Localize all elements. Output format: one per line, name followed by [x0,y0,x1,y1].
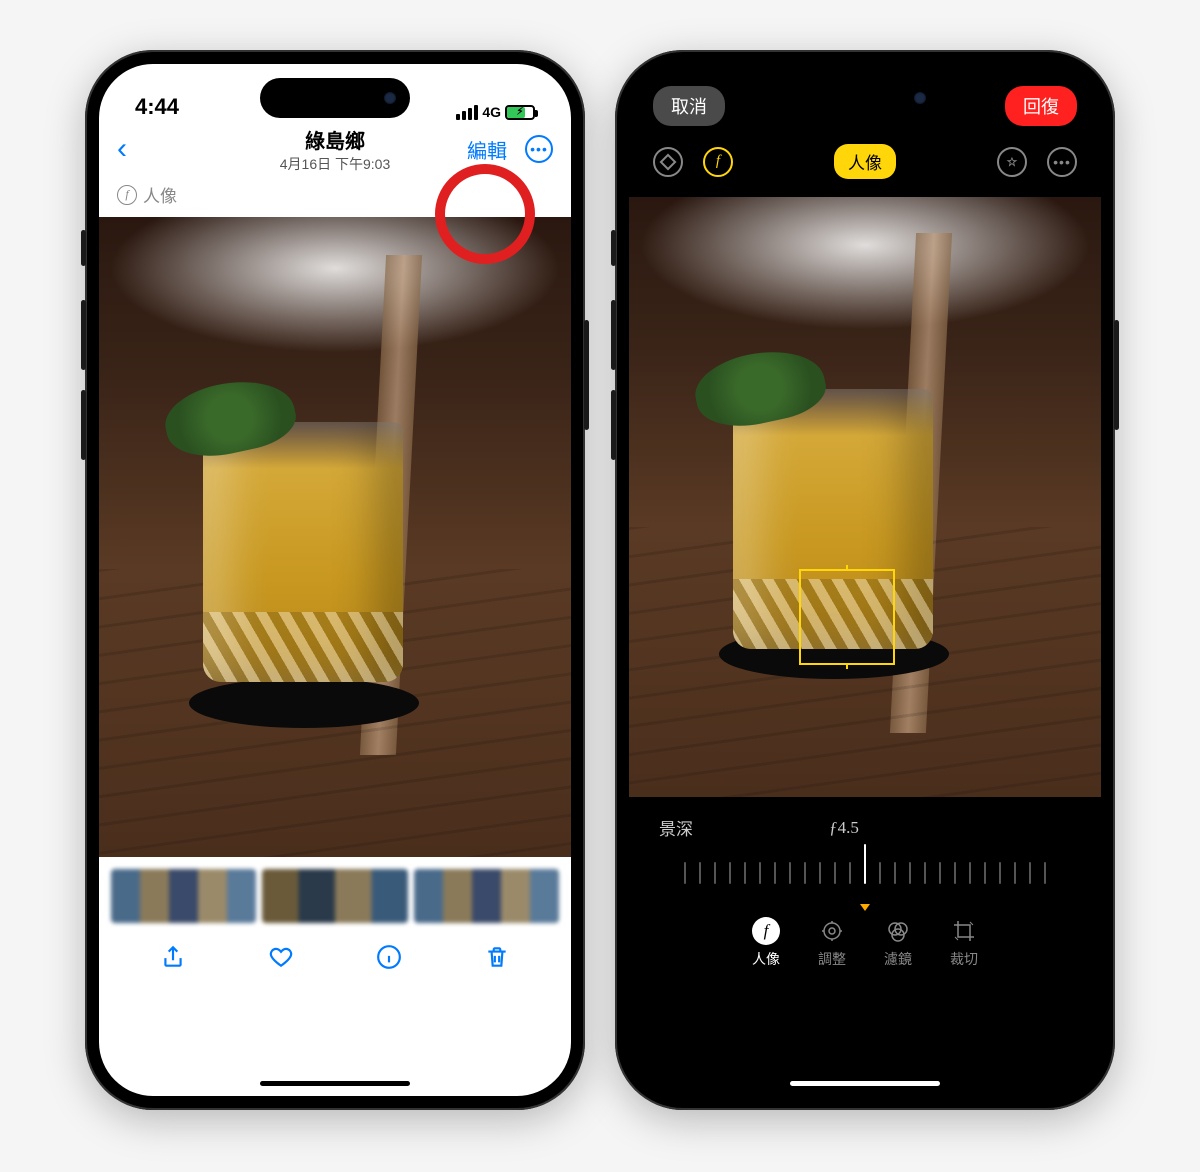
dynamic-island [260,78,410,118]
tab-adjust[interactable]: 調整 [818,917,846,969]
editor-photo-preview[interactable] [629,197,1101,797]
restore-button[interactable]: 回復 [1005,86,1077,126]
depth-slider[interactable] [629,850,1101,904]
aperture-value: ƒ4.5 [829,818,859,838]
thumbnail[interactable] [414,869,559,923]
nav-subtitle: 4月16日 下午9:03 [280,154,391,174]
dynamic-island [790,78,940,118]
depth-label: 景深 [659,815,693,840]
iphone-left: 4:44 4G ⚡︎ ‹ 綠島鄉 4月16日 下午9:03 編輯 ••• f 人… [85,50,585,1110]
aperture-icon: f [117,185,137,205]
tab-label: 裁切 [950,949,978,969]
tab-label: 人像 [752,949,780,969]
battery-icon: ⚡︎ [505,105,535,120]
annotation-circle [435,164,535,264]
lighting-button[interactable] [653,147,683,177]
nav-title: 綠島鄉 [280,125,391,154]
thumbnail-strip[interactable] [99,857,571,923]
tab-label: 濾鏡 [884,949,912,969]
carrier-label: 4G [482,104,501,120]
depth-row: 景深 ƒ4.5 [629,797,1101,850]
info-button[interactable] [375,943,403,971]
share-button[interactable] [159,943,187,971]
more-options-button[interactable]: ••• [1047,147,1077,177]
editor-control-bar: f 人像 ••• [629,126,1101,191]
thumbnail[interactable] [262,869,407,923]
photo-preview[interactable] [99,217,571,857]
status-time: 4:44 [135,94,179,120]
delete-button[interactable] [483,943,511,971]
tab-label: 調整 [818,949,846,969]
slider-indicator [864,844,866,884]
markup-button[interactable] [997,147,1027,177]
focus-box[interactable] [799,569,895,665]
back-button[interactable]: ‹ [117,132,127,166]
editor-tabs: f 人像 調整 濾鏡 裁切 [629,911,1101,1003]
home-indicator[interactable] [790,1081,940,1086]
edit-button[interactable]: 編輯 [467,135,507,164]
aperture-button[interactable]: f [703,147,733,177]
thumbnail[interactable] [111,869,256,923]
signal-icon [456,105,478,120]
home-indicator[interactable] [260,1081,410,1086]
bottom-toolbar [99,923,571,981]
tab-portrait[interactable]: f 人像 [752,917,780,969]
mode-pill[interactable]: 人像 [834,144,896,179]
cancel-button[interactable]: 取消 [653,86,725,126]
photo-editor-screen: 取消 回復 f 人像 ••• 景深 ƒ [629,64,1101,1096]
tab-indicator-icon [860,904,870,911]
photos-app-screen: 4:44 4G ⚡︎ ‹ 綠島鄉 4月16日 下午9:03 編輯 ••• f 人… [99,64,571,1096]
iphone-right: 取消 回復 f 人像 ••• 景深 ƒ [615,50,1115,1110]
more-button[interactable]: ••• [525,135,553,163]
tab-filter[interactable]: 濾鏡 [884,917,912,969]
tab-crop[interactable]: 裁切 [950,917,978,969]
mode-label: 人像 [143,182,177,207]
favorite-button[interactable] [267,943,295,971]
